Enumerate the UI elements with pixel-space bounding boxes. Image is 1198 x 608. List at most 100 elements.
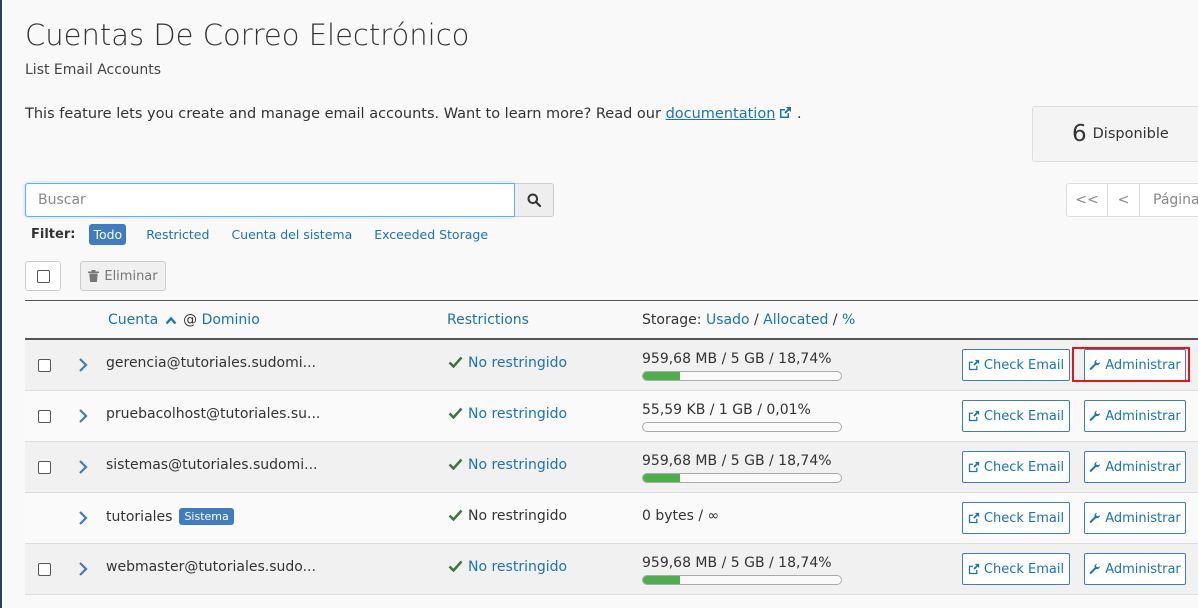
check-email-button[interactable]: Check Email xyxy=(962,502,1070,534)
storage-progress-fill xyxy=(643,372,681,380)
storage-usage: 0 bytes / ∞ xyxy=(642,508,720,524)
restriction-status[interactable]: No restringido xyxy=(448,559,567,575)
storage-progress-bar xyxy=(642,422,842,432)
restriction-label: No restringido xyxy=(468,508,568,524)
sort-up-icon[interactable] xyxy=(165,316,177,325)
row-checkbox[interactable] xyxy=(38,410,51,423)
sort-percent-link[interactable]: % xyxy=(842,312,855,328)
search-input[interactable] xyxy=(25,183,515,217)
first-page-button[interactable]: << xyxy=(1066,183,1108,217)
check-email-label: Check Email xyxy=(983,459,1065,475)
account-label: tutoriales xyxy=(106,509,173,525)
check-icon xyxy=(448,356,463,368)
storage-usage: 959,68 MB / 5 GB / 18,74% xyxy=(642,555,832,571)
filter-restricted[interactable]: Restricted xyxy=(146,227,209,242)
check-email-button[interactable]: Check Email xyxy=(962,349,1070,381)
documentation-link[interactable]: documentation xyxy=(666,106,776,122)
separator: / xyxy=(753,311,759,328)
account-name: pruebacolhost@tutoriales.su... xyxy=(106,406,321,422)
manage-button[interactable]: Administrar xyxy=(1084,553,1186,585)
manage-button[interactable]: Administrar xyxy=(1084,400,1186,432)
manage-label: Administrar xyxy=(1105,459,1181,475)
table-row: webmaster@tutoriales.sudo... No restring… xyxy=(25,544,1198,595)
external-link-icon[interactable] xyxy=(778,106,792,120)
check-icon xyxy=(448,560,463,572)
storage-label: Storage: xyxy=(642,311,702,328)
prev-page-button[interactable]: < xyxy=(1108,183,1140,217)
restriction-label: No restringido xyxy=(468,559,568,575)
manage-label: Administrar xyxy=(1105,561,1181,577)
search-button[interactable] xyxy=(515,183,554,217)
column-restrictions[interactable]: Restrictions xyxy=(447,312,529,328)
storage-progress-bar xyxy=(642,575,842,585)
wrench-icon xyxy=(1089,512,1101,523)
restriction-status[interactable]: No restringido xyxy=(448,406,567,422)
sort-allocated-link[interactable]: Allocated xyxy=(763,312,828,328)
chevron-right-icon[interactable] xyxy=(78,561,88,577)
filter-bar: Filter: Todo Restricted Cuenta del siste… xyxy=(31,224,510,245)
table-header: Cuenta @ Dominio Restrictions Storage: U… xyxy=(25,300,1198,340)
wrench-icon xyxy=(1089,563,1101,574)
system-badge: Sistema xyxy=(179,508,234,525)
page-indicator: Página xyxy=(1140,183,1198,217)
account-name: gerencia@tutoriales.sudomi... xyxy=(106,355,316,371)
column-account: Cuenta @ Dominio xyxy=(108,312,260,328)
restriction-status[interactable]: No restringido xyxy=(448,355,567,371)
description-text: This feature lets you create and manage … xyxy=(25,106,661,122)
manage-label: Administrar xyxy=(1105,408,1181,424)
wrench-icon xyxy=(1089,410,1101,421)
manage-button[interactable]: Administrar xyxy=(1084,502,1186,534)
search-bar xyxy=(25,183,554,217)
row-checkbox[interactable] xyxy=(38,461,51,474)
filter-exceeded-storage[interactable]: Exceeded Storage xyxy=(374,227,488,242)
available-label: Disponible xyxy=(1092,126,1169,142)
external-link-icon xyxy=(968,563,980,575)
manage-label: Administrar xyxy=(1105,510,1181,526)
chevron-right-icon[interactable] xyxy=(78,510,88,526)
sort-domain-link[interactable]: Dominio xyxy=(202,312,260,328)
filter-system-account[interactable]: Cuenta del sistema xyxy=(231,227,352,242)
checkbox-box xyxy=(36,269,50,283)
delete-label: Eliminar xyxy=(104,268,158,284)
restriction-status[interactable]: No restringido xyxy=(448,457,567,473)
feature-description: This feature lets you create and manage … xyxy=(25,106,802,122)
storage-usage: 959,68 MB / 5 GB / 18,74% xyxy=(642,453,832,469)
filter-all[interactable]: Todo xyxy=(89,224,127,245)
page-title: Cuentas De Correo Electrónico xyxy=(25,18,470,52)
restriction-label: No restringido xyxy=(468,457,568,473)
manage-button[interactable]: Administrar xyxy=(1084,451,1186,483)
delete-button[interactable]: Eliminar xyxy=(80,261,166,291)
wrench-icon xyxy=(1089,461,1101,472)
restriction-label: No restringido xyxy=(468,406,568,422)
available-accounts-box: 6 Disponible xyxy=(1032,106,1198,162)
chevron-right-icon[interactable] xyxy=(78,459,88,475)
check-email-button[interactable]: Check Email xyxy=(962,400,1070,432)
sort-account-link[interactable]: Cuenta xyxy=(108,312,158,328)
at-sign: @ xyxy=(183,311,198,328)
available-count: 6 xyxy=(1072,121,1087,147)
row-checkbox[interactable] xyxy=(38,359,51,372)
account-name: sistemas@tutoriales.sudomi... xyxy=(106,457,318,473)
pagination: << < Página xyxy=(1066,183,1198,217)
check-icon xyxy=(448,407,463,419)
account-name: tutoriales Sistema xyxy=(106,508,234,525)
separator: / xyxy=(832,311,838,328)
check-email-button[interactable]: Check Email xyxy=(962,451,1070,483)
page-subtitle: List Email Accounts xyxy=(25,62,162,78)
external-link-icon xyxy=(968,359,980,371)
check-email-button[interactable]: Check Email xyxy=(962,553,1070,585)
chevron-right-icon[interactable] xyxy=(78,408,88,424)
external-link-icon xyxy=(968,461,980,473)
storage-progress-bar xyxy=(642,371,842,381)
storage-progress-fill xyxy=(643,576,681,584)
column-storage: Storage: Usado / Allocated / % xyxy=(642,312,855,328)
highlight-box xyxy=(1072,347,1190,382)
table-row: pruebacolhost@tutoriales.su... No restri… xyxy=(25,391,1198,442)
chevron-right-icon[interactable] xyxy=(78,357,88,373)
select-all-checkbox[interactable] xyxy=(25,261,61,291)
row-checkbox[interactable] xyxy=(38,563,51,576)
storage-usage: 959,68 MB / 5 GB / 18,74% xyxy=(642,351,832,367)
check-email-label: Check Email xyxy=(983,510,1065,526)
check-icon xyxy=(448,509,463,521)
sort-used-link[interactable]: Usado xyxy=(706,312,750,328)
